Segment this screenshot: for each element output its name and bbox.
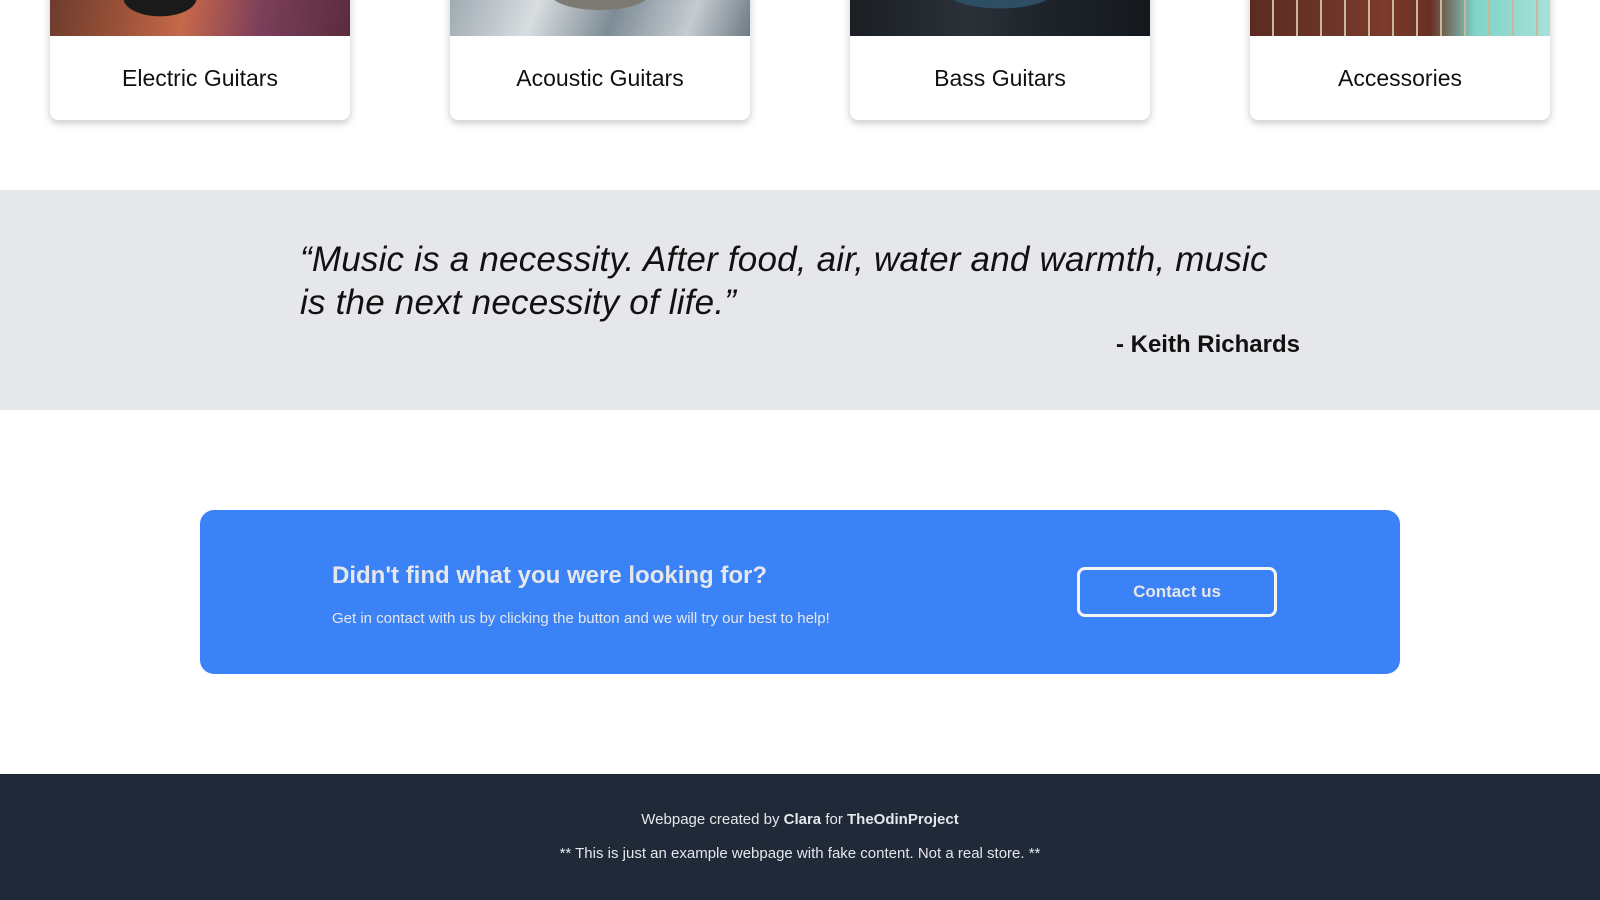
callout-description: Get in contact with us by clicking the b… — [332, 610, 830, 627]
credits-prefix: Webpage created by — [641, 811, 780, 828]
quote-section: “Music is a necessity. After food, air, … — [0, 190, 1600, 410]
callout-title: Didn't find what you were looking for? — [332, 562, 768, 589]
categories-section: Electric Guitars Acoustic Guitars Bass G… — [0, 0, 1600, 190]
credits-project: TheOdinProject — [847, 811, 959, 828]
category-card-bass-guitars[interactable]: Bass Guitars — [850, 0, 1150, 120]
category-card-accessories[interactable]: Accessories — [1250, 0, 1550, 120]
acoustic-guitar-image — [450, 0, 750, 36]
accessories-image — [1250, 0, 1550, 36]
credits-author: Clara — [783, 811, 822, 828]
category-label: Accessories — [1338, 64, 1462, 91]
category-card-acoustic-guitars[interactable]: Acoustic Guitars — [450, 0, 750, 120]
footer-credits: Webpage created by Clara for TheOdinProj… — [0, 811, 1600, 828]
footer: Webpage created by Clara for TheOdinProj… — [0, 774, 1600, 900]
category-label: Acoustic Guitars — [516, 64, 684, 91]
quote-text: “Music is a necessity. After food, air, … — [300, 240, 1268, 322]
electric-guitar-image — [50, 0, 350, 36]
bass-guitar-image — [850, 0, 1150, 36]
credits-for: for — [825, 811, 843, 828]
footer-disclaimer: ** This is just an example webpage with … — [559, 845, 1041, 862]
quote-author: - Keith Richards — [1115, 331, 1300, 358]
contact-us-button[interactable]: Contact us — [1077, 567, 1277, 617]
contact-callout: Didn't find what you were looking for? G… — [200, 510, 1400, 674]
category-card-electric-guitars[interactable]: Electric Guitars — [50, 0, 350, 120]
category-label: Bass Guitars — [934, 64, 1066, 91]
category-label: Electric Guitars — [122, 64, 278, 91]
